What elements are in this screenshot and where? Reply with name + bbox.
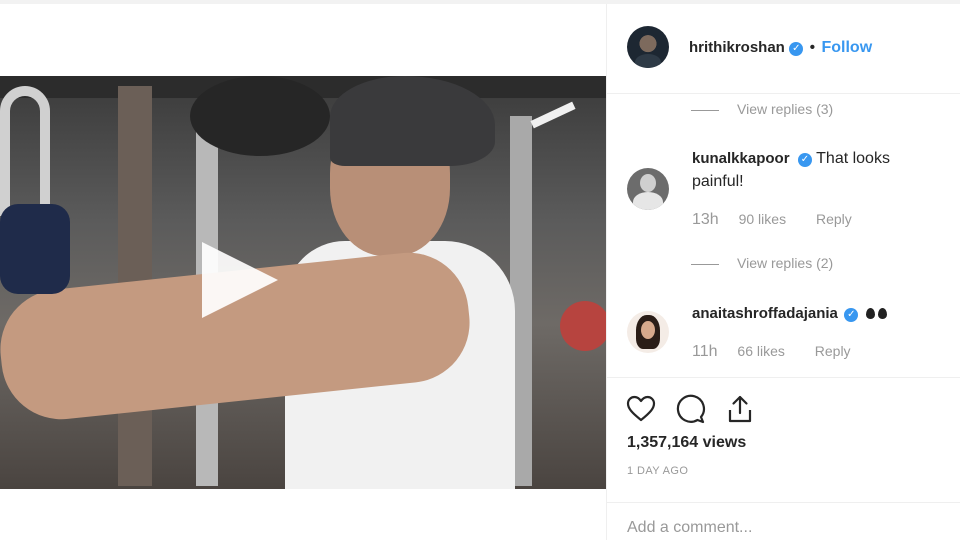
droplet-emoji-icon — [877, 308, 887, 319]
post-side-panel: hrithikroshan ✓ • Follow View replies (3… — [607, 4, 960, 540]
view-replies-button[interactable]: View replies (2) — [691, 255, 833, 271]
play-button[interactable] — [202, 242, 278, 318]
author-username[interactable]: hrithikroshan — [689, 39, 785, 56]
view-replies-label: View replies (3) — [737, 101, 834, 117]
comment-icon[interactable] — [674, 393, 706, 425]
commenter-avatar[interactable] — [627, 168, 669, 210]
separator-dot: • — [809, 39, 816, 56]
reply-button[interactable]: Reply — [816, 211, 852, 227]
comment-likes[interactable]: 66 likes — [737, 343, 784, 359]
comment-time[interactable]: 13h — [692, 211, 719, 228]
verified-badge-icon: ✓ — [844, 308, 859, 322]
commenter-username[interactable]: anaitashroffadajania — [692, 305, 838, 322]
commenter-username[interactable]: kunalkkapoor — [692, 150, 790, 167]
view-count[interactable]: 1,357,164 views — [627, 434, 746, 452]
video-player[interactable] — [0, 76, 606, 489]
comment-time[interactable]: 11h — [692, 343, 718, 360]
verified-badge-icon: ✓ — [789, 42, 804, 56]
media-blank-bottom — [0, 489, 606, 540]
gym-light-strip — [530, 101, 576, 129]
gym-weight-plate — [190, 76, 330, 156]
comment-likes[interactable]: 90 likes — [739, 211, 786, 227]
post-timestamp[interactable]: 1 DAY AGO — [627, 465, 688, 477]
reply-button[interactable]: Reply — [815, 343, 851, 359]
add-comment-input[interactable] — [627, 516, 947, 540]
replies-line — [691, 109, 719, 111]
add-comment-separator — [607, 502, 960, 503]
author-avatar[interactable] — [627, 26, 669, 68]
view-replies-label: View replies (2) — [737, 255, 834, 271]
actions-separator — [607, 377, 960, 378]
replies-line — [691, 263, 719, 265]
author-info: hrithikroshan ✓ • Follow — [689, 39, 872, 57]
view-replies-button[interactable]: View replies (3) — [691, 101, 833, 117]
comment-meta: 13h 90 likes Reply — [692, 211, 852, 229]
comment-meta: 11h 66 likes Reply — [692, 343, 851, 361]
gym-red-plate — [560, 301, 606, 351]
media-blank-area — [0, 4, 606, 76]
gym-frame — [0, 86, 50, 216]
gym-handle — [0, 204, 70, 294]
share-icon[interactable] — [724, 393, 756, 425]
commenter-avatar[interactable] — [627, 311, 669, 353]
verified-badge-icon: ✓ — [797, 153, 812, 167]
follow-button[interactable]: Follow — [821, 39, 872, 56]
droplet-emoji-icon — [865, 308, 875, 319]
post-header: hrithikroshan ✓ • Follow — [607, 4, 960, 94]
comment: anaitashroffadajania ✓ — [692, 302, 952, 325]
comment: kunalkkapoor ✓ That looks painful! — [692, 147, 932, 193]
heart-icon[interactable] — [625, 393, 657, 425]
